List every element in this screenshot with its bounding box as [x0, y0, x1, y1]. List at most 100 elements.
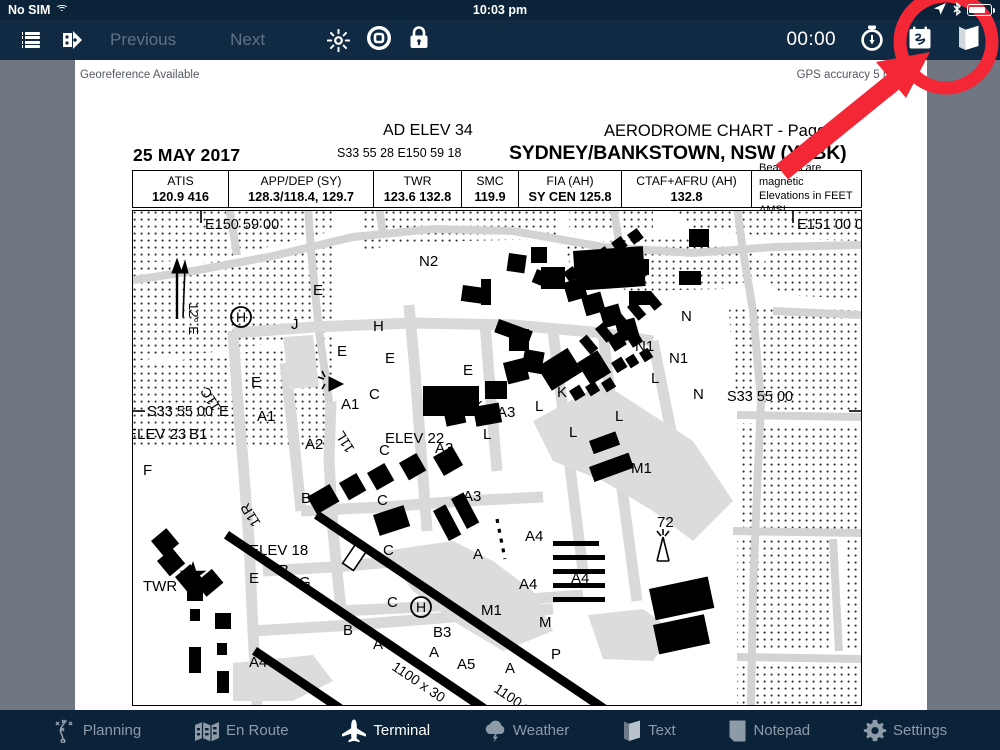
sun-icon[interactable]: [326, 28, 351, 53]
svg-text:M: M: [539, 614, 552, 631]
timer-value[interactable]: 00:00: [786, 29, 836, 51]
tab-en-route[interactable]: En Route: [194, 721, 289, 741]
notepad-icon: [728, 719, 746, 742]
svg-text:E: E: [251, 374, 261, 391]
svg-text:E151 00 00: E151 00 00: [797, 217, 861, 233]
svg-text:A4: A4: [571, 570, 589, 587]
scribble-note-icon[interactable]: [908, 26, 932, 55]
svg-text:A3: A3: [463, 488, 481, 505]
frequency-table: ATIS 120.9 416 APP/DEP (SY) 128.3/118.4,…: [132, 162, 862, 216]
svg-text:ELEV 22: ELEV 22: [385, 430, 444, 447]
svg-text:N2: N2: [419, 253, 438, 270]
svg-text:M1: M1: [481, 602, 502, 619]
tab-settings[interactable]: Settings: [863, 719, 947, 742]
svg-text:A: A: [505, 660, 515, 677]
svg-text:L: L: [483, 426, 491, 443]
variation-label: 12° E: [186, 303, 201, 335]
tab-weather[interactable]: Weather: [483, 719, 569, 743]
svg-text:N: N: [681, 308, 692, 325]
svg-text:K: K: [473, 398, 483, 415]
svg-text:L: L: [651, 370, 659, 387]
chart-ad-elev: AD ELEV 34: [383, 122, 473, 139]
svg-text:G: G: [299, 574, 311, 591]
cloud-icon: [483, 719, 505, 743]
bottom-tab-bar: Planning En Route Terminal Weather Text …: [0, 710, 1000, 750]
svg-text:B: B: [343, 622, 353, 639]
tab-label: Planning: [82, 721, 142, 739]
gps-accuracy-label: GPS accuracy 5 metres: [796, 69, 918, 81]
svg-text:L: L: [569, 424, 577, 441]
freq-name: CTAF+AFRU (AH): [636, 174, 737, 188]
freq-cell-smc: SMC 119.9: [462, 171, 519, 207]
svg-text:L: L: [535, 398, 543, 415]
freq-cell-atis: ATIS 120.9 416: [133, 171, 229, 207]
map-svg: 12° E E150 59 00 E151 00 00 S33 55 00 S3…: [133, 211, 861, 705]
tab-label: Notepad: [753, 721, 811, 739]
svg-text:A1: A1: [341, 396, 359, 413]
status-right: [933, 1, 995, 19]
tab-notepad[interactable]: Notepad: [728, 719, 811, 742]
wifi-icon: [55, 4, 69, 16]
planning-icon: [53, 719, 75, 744]
svg-text:E: E: [463, 362, 473, 379]
svg-text:M1: M1: [631, 460, 652, 477]
svg-text:A4: A4: [525, 528, 543, 545]
freq-value: 132.8: [670, 189, 703, 204]
freq-value: 120.9 416: [152, 189, 209, 204]
chart-page[interactable]: Georeference Available GPS accuracy 5 me…: [75, 60, 927, 710]
freq-cell-note: Bearings are magnetic Elevations in FEET…: [752, 162, 861, 216]
freq-name: FIA (AH): [546, 174, 594, 188]
freq-value: 128.3/118.4, 129.7: [247, 189, 355, 204]
battery-icon: [967, 4, 995, 16]
svg-text:E: E: [337, 343, 347, 360]
svg-text:E: E: [249, 570, 259, 587]
lifesaver-icon[interactable]: [367, 25, 392, 55]
airplane-icon: [341, 719, 367, 743]
svg-text:ELEV 18: ELEV 18: [249, 542, 308, 559]
svg-text:C: C: [369, 386, 380, 403]
book-icon[interactable]: [956, 24, 982, 57]
tab-text[interactable]: Text: [622, 719, 676, 741]
svg-text:A2: A2: [305, 436, 323, 453]
svg-text:A: A: [429, 644, 439, 661]
status-time: 10:03 pm: [472, 3, 528, 17]
list-icon[interactable]: [18, 31, 40, 49]
tab-label: Text: [648, 721, 676, 739]
lock-icon[interactable]: [409, 26, 429, 54]
georeference-label: Georeference Available: [80, 69, 200, 81]
tab-terminal[interactable]: Terminal: [341, 719, 430, 743]
freq-name: APP/DEP (SY): [260, 174, 342, 188]
tab-planning[interactable]: Planning: [53, 719, 142, 744]
flight-plan-icon[interactable]: [62, 30, 88, 50]
svg-text:E150 59 00: E150 59 00: [205, 217, 279, 233]
aerodrome-map[interactable]: 12° E E150 59 00 E151 00 00 S33 55 00 S3…: [132, 210, 862, 706]
svg-text:E: E: [313, 282, 323, 299]
svg-text:E: E: [385, 350, 395, 367]
chart-note-line1: Bearings are magnetic: [759, 162, 822, 188]
svg-text:72: 72: [657, 514, 674, 531]
stopwatch-icon[interactable]: [860, 25, 884, 56]
freq-name: ATIS: [167, 174, 194, 188]
status-bar: No SIM 10:03 pm: [0, 0, 1000, 20]
previous-button[interactable]: Previous: [110, 30, 176, 50]
toolbar-right-group: 00:00: [786, 24, 982, 57]
next-button[interactable]: Next: [230, 30, 265, 50]
svg-text:H: H: [416, 599, 426, 615]
svg-text:B2: B2: [301, 490, 319, 507]
chart-viewer[interactable]: Georeference Available GPS accuracy 5 me…: [0, 60, 1000, 710]
chart-date: 25 MAY 2017: [133, 145, 241, 165]
svg-text:B: B: [279, 562, 289, 579]
svg-text:A: A: [473, 546, 483, 563]
map-icon: [194, 721, 220, 741]
svg-text:N1: N1: [669, 350, 688, 367]
freq-cell-fia: FIA (AH) SY CEN 125.8: [519, 171, 622, 207]
svg-text:A4: A4: [373, 636, 391, 653]
tab-label: En Route: [226, 721, 289, 739]
freq-cell-ctaf: CTAF+AFRU (AH) 132.8: [622, 171, 752, 207]
svg-text:S33 55 00: S33 55 00: [147, 404, 213, 420]
svg-text:L: L: [615, 408, 623, 425]
svg-text:TWR: TWR: [143, 578, 177, 595]
freq-cell-appdep: APP/DEP (SY) 128.3/118.4, 129.7: [229, 171, 374, 207]
svg-text:J: J: [291, 316, 299, 333]
gear-icon: [863, 719, 887, 742]
